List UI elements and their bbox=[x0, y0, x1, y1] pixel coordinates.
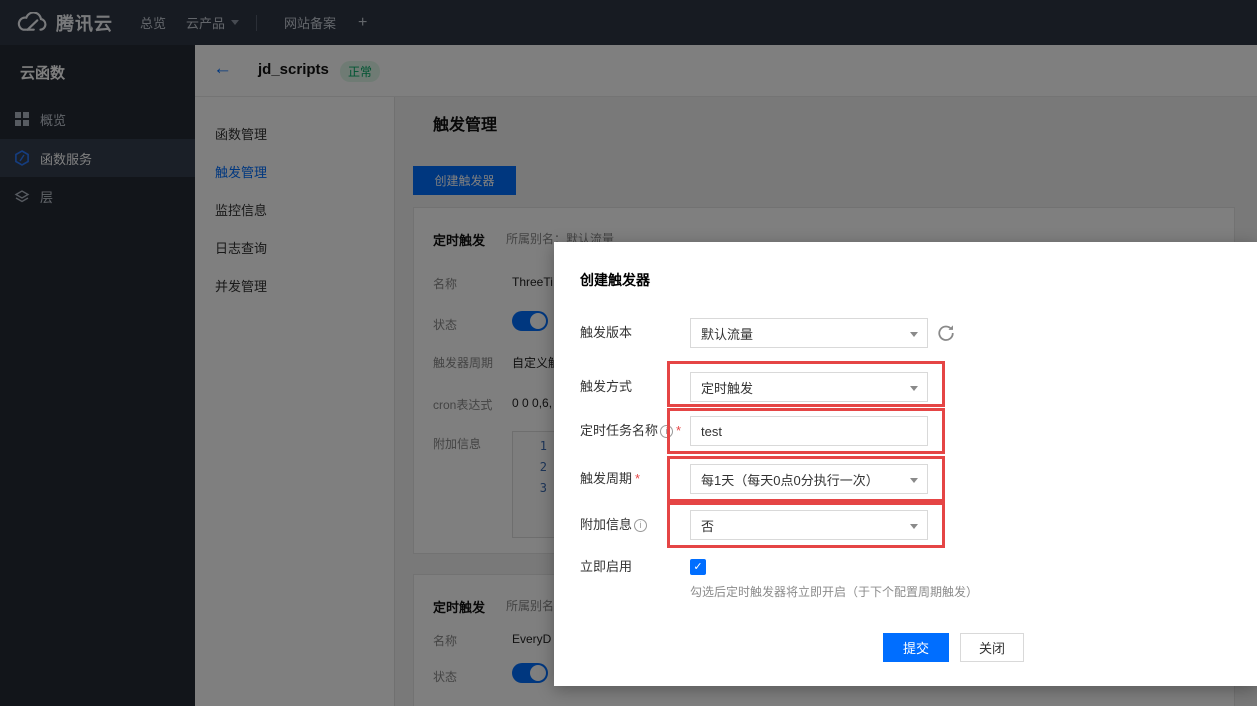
method-select[interactable]: 定时触发 bbox=[690, 372, 928, 402]
check-icon: ✓ bbox=[693, 561, 702, 573]
required-asterisk: * bbox=[635, 471, 640, 486]
submit-button[interactable]: 提交 bbox=[883, 633, 949, 662]
create-trigger-modal: 创建触发器 触发版本 默认流量 触发方式 定时触发 定时任务名称i* bbox=[554, 242, 1257, 686]
close-button[interactable]: 关闭 bbox=[960, 633, 1024, 662]
task-name-input[interactable] bbox=[690, 416, 928, 446]
page: 腾讯云 总览 云产品 网站备案 + 云函数 概览 bbox=[0, 0, 1257, 706]
period-label: 触发周期* bbox=[580, 464, 640, 494]
enable-now-checkbox[interactable]: ✓ bbox=[690, 559, 706, 575]
extra-info-label: 附加信息i bbox=[580, 510, 647, 540]
extra-info-select[interactable]: 否 bbox=[690, 510, 928, 540]
modal-title: 创建触发器 bbox=[580, 270, 650, 290]
enable-now-hint: 勾选后定时触发器将立即开启（于下个配置周期触发） bbox=[690, 583, 978, 600]
period-select[interactable]: 每1天（每天0点0分执行一次） bbox=[690, 464, 928, 494]
chevron-down-icon bbox=[910, 386, 918, 391]
refresh-icon[interactable] bbox=[937, 324, 955, 342]
task-name-label: 定时任务名称i* bbox=[580, 416, 681, 446]
required-asterisk: * bbox=[676, 423, 681, 438]
chevron-down-icon bbox=[910, 478, 918, 483]
method-label: 触发方式 bbox=[580, 372, 632, 402]
info-icon: i bbox=[660, 425, 673, 438]
version-select[interactable]: 默认流量 bbox=[690, 318, 928, 348]
info-icon: i bbox=[634, 519, 647, 532]
enable-now-label: 立即启用 bbox=[580, 552, 632, 582]
chevron-down-icon bbox=[910, 524, 918, 529]
version-label: 触发版本 bbox=[580, 318, 632, 348]
chevron-down-icon bbox=[910, 332, 918, 337]
